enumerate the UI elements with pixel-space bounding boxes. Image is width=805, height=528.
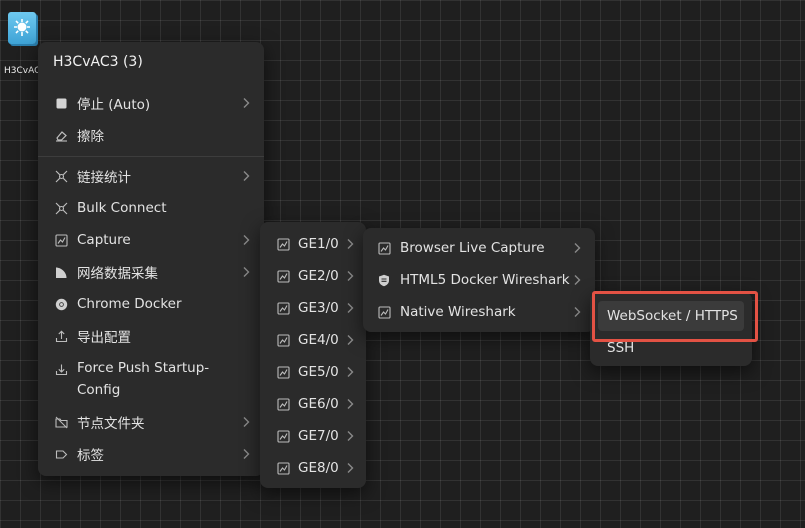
menu-item-force-push[interactable]: Force Push Startup-Config xyxy=(38,357,264,405)
chevron-right-icon xyxy=(347,271,354,282)
menu-item-node-folder[interactable]: 节点文件夹 xyxy=(38,406,264,438)
chevron-right-icon xyxy=(574,307,581,318)
wireshark-transport-submenu: WebSocket / HTTPS SSH xyxy=(590,292,752,366)
menu-item-html5-docker-wireshark[interactable]: HTML5 Docker Wireshark xyxy=(363,264,595,296)
capture-icon xyxy=(276,397,290,411)
interface-item[interactable]: GE6/0 xyxy=(260,388,366,420)
interface-item[interactable]: GE7/0 xyxy=(260,420,366,452)
menu-item-tags[interactable]: 标签 xyxy=(38,438,264,470)
interface-item[interactable]: GE1/0 xyxy=(260,228,366,260)
capture-icon xyxy=(377,305,391,319)
download-icon xyxy=(54,362,68,376)
chevron-right-icon xyxy=(347,431,354,442)
eraser-icon xyxy=(54,128,68,142)
menu-item-websocket-https[interactable]: WebSocket / HTTPS xyxy=(590,300,752,332)
export-icon xyxy=(54,329,68,343)
chevron-right-icon xyxy=(347,335,354,346)
capture-icon xyxy=(276,269,290,283)
chevron-right-icon xyxy=(347,463,354,474)
capture-icon xyxy=(276,461,290,475)
chevron-right-icon xyxy=(347,239,354,250)
capture-icon xyxy=(276,429,290,443)
chevron-right-icon xyxy=(243,449,250,460)
interface-item[interactable]: GE4/0 xyxy=(260,324,366,356)
capture-icon xyxy=(377,241,391,255)
chevron-right-icon xyxy=(347,399,354,410)
node-context-menu: H3CvAC3 (3) 停止 (Auto) 擦除 链接统计 Bulk Conne… xyxy=(38,42,264,476)
capture-icon xyxy=(276,333,290,347)
menu-title: H3CvAC3 (3) xyxy=(53,54,143,70)
folder-icon xyxy=(54,415,68,429)
menu-item-native-wireshark[interactable]: Native Wireshark xyxy=(363,296,595,328)
menu-item-network-collect[interactable]: 网络数据采集 xyxy=(38,256,264,288)
chevron-right-icon xyxy=(347,367,354,378)
stop-icon xyxy=(54,96,68,110)
tag-icon xyxy=(54,447,68,461)
chevron-right-icon xyxy=(574,243,581,254)
menu-divider xyxy=(38,156,264,157)
router-node-icon[interactable] xyxy=(8,12,36,44)
interface-item[interactable]: GE3/0 xyxy=(260,292,366,324)
chrome-icon xyxy=(54,297,68,311)
menu-item-ssh[interactable]: SSH xyxy=(590,332,752,364)
chevron-right-icon xyxy=(243,235,250,246)
shield-icon xyxy=(377,273,391,287)
chevron-right-icon xyxy=(243,98,250,109)
menu-item-chrome-docker[interactable]: Chrome Docker xyxy=(38,288,264,320)
interface-submenu: GE1/0 GE2/0 GE3/0 GE4/0 GE5/0 GE6/0 GE7/… xyxy=(260,222,366,488)
chevron-right-icon xyxy=(243,417,250,428)
capture-icon xyxy=(54,233,68,247)
link-stats-icon xyxy=(54,169,68,183)
chevron-right-icon xyxy=(243,171,250,182)
chevron-right-icon xyxy=(574,275,581,286)
chevron-right-icon xyxy=(347,303,354,314)
menu-item-browser-live-capture[interactable]: Browser Live Capture xyxy=(363,232,595,264)
capture-icon xyxy=(276,237,290,251)
interface-item[interactable]: GE8/0 xyxy=(260,452,366,484)
capture-icon xyxy=(276,301,290,315)
menu-item-bulk-connect[interactable]: Bulk Connect xyxy=(38,192,264,224)
menu-item-erase[interactable]: 擦除 xyxy=(38,119,264,151)
menu-item-export-config[interactable]: 导出配置 xyxy=(38,320,264,352)
interface-item[interactable]: GE5/0 xyxy=(260,356,366,388)
menu-item-capture[interactable]: Capture xyxy=(38,224,264,256)
chevron-right-icon xyxy=(243,267,250,278)
bulk-connect-icon xyxy=(54,201,68,215)
interface-item[interactable]: GE2/0 xyxy=(260,260,366,292)
capture-icon xyxy=(276,365,290,379)
capture-submenu: Browser Live Capture HTML5 Docker Wiresh… xyxy=(363,228,595,332)
network-collect-icon xyxy=(54,265,68,279)
menu-item-link-stats[interactable]: 链接统计 xyxy=(38,160,264,192)
menu-item-stop[interactable]: 停止 (Auto) xyxy=(38,87,264,119)
